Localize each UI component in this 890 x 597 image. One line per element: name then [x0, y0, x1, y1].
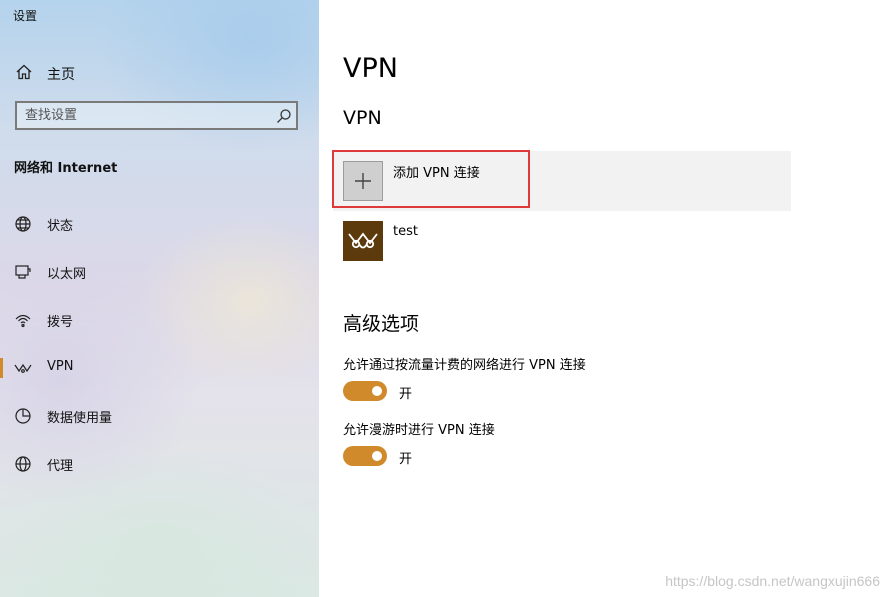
home-icon — [15, 63, 33, 81]
add-vpn-label: 添加 VPN 连接 — [393, 166, 480, 181]
toggle-knob — [372, 451, 382, 461]
watermark: https://blog.csdn.net/wangxujin666 — [665, 573, 880, 589]
sidebar-item-label: 数据使用量 — [47, 411, 113, 426]
search-box[interactable] — [15, 101, 298, 130]
plus-icon — [355, 173, 371, 189]
main-content: VPN VPN 添加 VPN 连接 test 高级选项 允许通过按流量计费的网络… — [319, 0, 890, 597]
sidebar: 设置 主页 网络和 Internet 状态 — [0, 0, 319, 597]
roaming-option-label: 允许漫游时进行 VPN 连接 — [343, 423, 495, 438]
toggle-knob — [372, 386, 382, 396]
sidebar-item-proxy[interactable]: 代理 — [0, 444, 319, 484]
status-globe-icon — [14, 215, 32, 233]
metered-toggle-state: 开 — [399, 387, 413, 402]
sidebar-item-ethernet[interactable]: 以太网 — [0, 252, 319, 292]
sidebar-item-status[interactable]: 状态 — [0, 204, 319, 244]
vpn-connection-icon — [343, 221, 383, 261]
section-heading-vpn: VPN — [343, 107, 382, 129]
metered-option-label: 允许通过按流量计费的网络进行 VPN 连接 — [343, 358, 586, 373]
roaming-toggle-state: 开 — [399, 452, 413, 467]
sidebar-section-title: 网络和 Internet — [14, 161, 118, 176]
search-icon[interactable] — [276, 108, 292, 124]
sidebar-item-label: 状态 — [47, 219, 74, 234]
sidebar-item-label: 主页 — [47, 67, 75, 83]
proxy-globe-icon — [14, 455, 32, 473]
dialup-icon — [14, 311, 32, 329]
add-vpn-button[interactable]: 添加 VPN 连接 — [333, 151, 791, 211]
page-title: VPN — [343, 53, 398, 84]
sidebar-item-label: 以太网 — [47, 267, 87, 282]
sidebar-item-label: VPN — [47, 359, 74, 374]
window-title: 设置 — [13, 9, 38, 23]
sidebar-item-dialup[interactable]: 拨号 — [0, 300, 319, 340]
advanced-options-heading: 高级选项 — [343, 313, 420, 335]
vpn-icon — [14, 359, 32, 377]
roaming-vpn-toggle[interactable] — [343, 446, 387, 466]
ethernet-icon — [14, 263, 32, 281]
sidebar-item-data-usage[interactable]: 数据使用量 — [0, 396, 319, 436]
add-vpn-tile — [343, 161, 383, 201]
vpn-connection-item[interactable]: test — [343, 221, 643, 261]
sidebar-item-label: 代理 — [47, 459, 74, 474]
vpn-connection-name: test — [393, 224, 418, 239]
metered-vpn-toggle[interactable] — [343, 381, 387, 401]
sidebar-item-home[interactable]: 主页 — [0, 58, 319, 86]
sidebar-item-label: 拨号 — [47, 315, 74, 330]
sidebar-item-vpn[interactable]: VPN — [0, 348, 319, 388]
search-input[interactable] — [25, 106, 265, 125]
data-usage-icon — [14, 407, 32, 425]
selection-indicator — [0, 358, 3, 378]
